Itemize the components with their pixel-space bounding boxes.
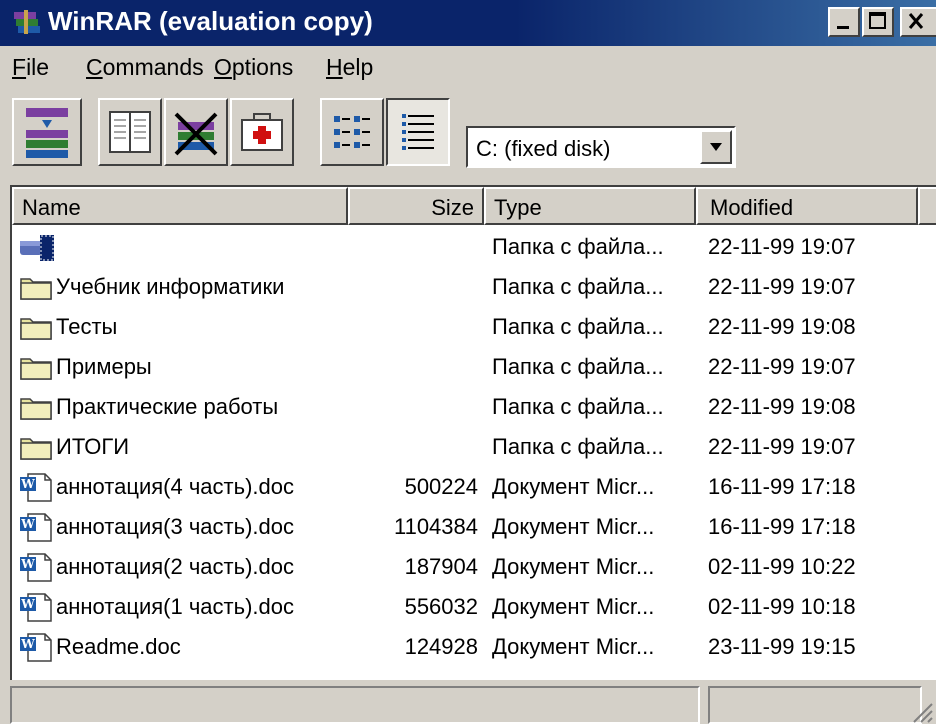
menu-options[interactable]: Options	[214, 54, 293, 81]
row-type: Документ Micr...	[492, 514, 655, 539]
status-pane-right	[708, 686, 922, 724]
row-modified: 22-11-99 19:08	[708, 314, 856, 339]
row-type: Папка с файла...	[492, 354, 664, 379]
drive-select[interactable]: C: (fixed disk)	[466, 126, 736, 168]
row-modified: 22-11-99 19:07	[708, 354, 856, 379]
drive-dropdown-button[interactable]	[700, 130, 732, 164]
row-modified: 22-11-99 19:08	[708, 394, 856, 419]
delete-button[interactable]	[164, 98, 228, 166]
row-type: Документ Micr...	[492, 474, 655, 499]
row-type: Папка с файла...	[492, 314, 664, 339]
status-bar	[0, 680, 936, 724]
column-header-filler	[918, 187, 936, 225]
row-modified: 22-11-99 19:07	[708, 434, 856, 459]
view-icon	[109, 111, 151, 153]
row-type: Папка с файла...	[492, 274, 664, 299]
column-header-modified[interactable]: Modified	[696, 187, 918, 225]
row-name: ИТОГИ	[56, 434, 130, 459]
menu-help[interactable]: Help	[326, 54, 373, 81]
table-row[interactable]: Папка с файла... 22-11-99 19:07	[12, 227, 936, 267]
row-name: аннотация(2 часть).doc	[56, 554, 294, 579]
add-button[interactable]	[12, 98, 82, 166]
row-type: Документ Micr...	[492, 594, 655, 619]
close-icon	[908, 13, 924, 29]
maximize-icon	[869, 12, 886, 29]
chevron-down-icon	[710, 143, 722, 151]
winrar-app-icon[interactable]	[12, 8, 42, 36]
title-bar: WinRAR (evaluation copy)	[0, 0, 936, 46]
row-size: 500224	[404, 474, 478, 499]
table-row[interactable]: Wаннотация(3 часть).doc 1104384 Документ M…	[12, 507, 936, 547]
file-list[interactable]: Name Size Type Modified Папка с файла...…	[10, 185, 936, 682]
row-size: 124928	[404, 634, 478, 659]
menu-commands[interactable]: Commands	[86, 54, 204, 81]
add-icon	[26, 108, 68, 158]
row-modified: 16-11-99 17:18	[708, 474, 856, 499]
table-row[interactable]: Wаннотация(4 часть).doc 500224 Документ Mi…	[12, 467, 936, 507]
details-view-button[interactable]	[386, 98, 450, 166]
row-type: Документ Micr...	[492, 554, 655, 579]
list-view-icon	[334, 116, 370, 148]
table-row[interactable]: Тесты Папка с файла... 22-11-99 19:08	[12, 307, 936, 347]
drive-select-value: C: (fixed disk)	[476, 136, 611, 161]
row-modified: 16-11-99 17:18	[708, 514, 856, 539]
row-name: Примеры	[56, 354, 152, 379]
row-name: Учебник информатики	[56, 274, 285, 299]
row-size: 187904	[404, 554, 478, 579]
svg-text:W: W	[20, 557, 35, 571]
row-type: Папка с файла...	[492, 234, 664, 259]
status-pane-left	[10, 686, 700, 724]
row-name: Практические работы	[56, 394, 279, 419]
row-modified: 02-11-99 10:18	[708, 594, 856, 619]
window-title: WinRAR (evaluation copy)	[48, 6, 373, 36]
table-row[interactable]: W Readme.doc 124928 Документ Micr... 23-11-9…	[12, 627, 936, 667]
row-size: 556032	[404, 594, 478, 619]
view-button[interactable]	[98, 98, 162, 166]
svg-text:W: W	[20, 637, 35, 651]
row-name: Readme.doc	[56, 634, 181, 659]
svg-text:W: W	[20, 597, 35, 611]
list-view-button[interactable]	[320, 98, 384, 166]
row-modified: 02-11-99 10:22	[708, 554, 856, 579]
repair-icon	[241, 113, 283, 151]
row-name: Тесты	[56, 314, 118, 339]
row-modified: 22-11-99 19:07	[708, 234, 856, 259]
minimize-icon	[837, 26, 849, 29]
table-row[interactable]: Wаннотация(2 часть).doc 187904 Документ Mi…	[12, 547, 936, 587]
maximize-button[interactable]	[862, 7, 894, 37]
details-view-icon	[402, 114, 434, 150]
row-size: 1104384	[393, 514, 478, 539]
row-type: Документ Micr...	[492, 634, 655, 659]
repair-button[interactable]	[230, 98, 294, 166]
row-modified: 23-11-99 19:15	[708, 634, 856, 659]
minimize-button[interactable]	[828, 7, 860, 37]
row-name: аннотация(4 часть).doc	[56, 474, 294, 499]
row-name: аннотация(3 часть).doc	[56, 514, 294, 539]
menu-file[interactable]: File	[12, 54, 49, 81]
close-button[interactable]	[900, 7, 936, 37]
svg-text:W: W	[20, 517, 35, 531]
table-row[interactable]: Примеры Папка с файла... 22-11-99 19:07	[12, 347, 936, 387]
column-header-size[interactable]: Size	[348, 187, 484, 225]
table-row[interactable]: ИТОГИ Папка с файла... 22-11-99 19:07	[12, 427, 936, 467]
row-type: Папка с файла...	[492, 434, 664, 459]
row-name: аннотация(1 часть).doc	[56, 594, 294, 619]
row-type: Папка с файла...	[492, 394, 664, 419]
resize-grip-icon[interactable]	[910, 700, 934, 724]
table-row[interactable]: Учебник информатики Папка с файла... 22-11…	[12, 267, 936, 307]
table-row[interactable]: Практические работы Папка с файла... 22-11…	[12, 387, 936, 427]
table-row[interactable]: Wаннотация(1 часть).doc 556032 Документ Mi…	[12, 587, 936, 627]
column-header-type[interactable]: Type	[484, 187, 696, 225]
menu-bar: File Commands Options Help	[0, 46, 936, 92]
delete-icon	[174, 112, 218, 156]
column-header-name[interactable]: Name	[12, 187, 348, 225]
row-modified: 22-11-99 19:07	[708, 274, 856, 299]
svg-text:W: W	[20, 477, 35, 491]
